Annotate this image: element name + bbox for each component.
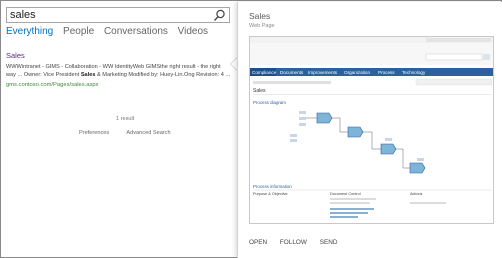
- snippet-text-after: & Marketing Modified by: Huey-Lin.Ong Re…: [95, 72, 231, 78]
- hover-panel-actions: OPEN FOLLOW SEND: [249, 239, 348, 246]
- open-button[interactable]: OPEN: [249, 239, 267, 246]
- preview-nav-improvements: Improvements: [308, 70, 338, 75]
- tab-videos[interactable]: Videos: [178, 26, 208, 37]
- hover-panel-pointer: [230, 57, 237, 71]
- preview-actions-label: Actions: [410, 192, 423, 196]
- advanced-search-link[interactable]: Advanced Search: [126, 130, 170, 136]
- search-icon[interactable]: [213, 9, 226, 22]
- preferences-link[interactable]: Preferences: [79, 130, 109, 136]
- preview-nav-documents: Documents: [280, 70, 304, 75]
- preview-diagram-label: Process diagram: [253, 100, 286, 105]
- send-button[interactable]: SEND: [320, 239, 338, 246]
- preview-nav-process: Process: [378, 70, 395, 75]
- hover-panel: Sales Web Page Compliance Documents Impr…: [237, 2, 502, 258]
- search-results-window: sales Everything People Conversations Vi…: [0, 0, 502, 258]
- search-input[interactable]: sales: [6, 7, 230, 23]
- result-snippet: WWWintranet - GIMS - Collaboration - WW …: [6, 63, 231, 79]
- preview-nav-organization: Organization: [344, 70, 370, 75]
- follow-button[interactable]: FOLLOW: [280, 239, 307, 246]
- result-count: 1 result: [116, 116, 135, 122]
- result-url[interactable]: gms.contoso.com/Pages/sales.aspx: [6, 82, 231, 88]
- preview-nav-technology: Technology: [402, 70, 426, 75]
- preview-purpose-label: Purpose & Objective: [253, 192, 288, 196]
- preview-page-heading: Sales: [253, 88, 266, 94]
- search-result-item: Sales WWWintranet - GIMS - Collaboration…: [6, 51, 231, 88]
- process-diagram: [290, 111, 426, 174]
- preview-image: Compliance Documents Improvements Organi…: [250, 37, 493, 218]
- result-title-link[interactable]: Sales: [6, 51, 231, 60]
- tab-people[interactable]: People: [63, 26, 94, 37]
- search-query-text[interactable]: sales: [10, 8, 36, 23]
- page-preview-thumbnail: Compliance Documents Improvements Organi…: [249, 36, 494, 224]
- hover-panel-title[interactable]: Sales: [249, 11, 270, 21]
- vertical-tabs: Everything People Conversations Videos: [6, 26, 215, 37]
- preview-doc-label: Document Control: [330, 192, 361, 196]
- tab-everything[interactable]: Everything: [6, 26, 53, 37]
- preview-nav-compliance: Compliance: [252, 70, 277, 75]
- preview-info-label: Process information: [253, 184, 292, 189]
- snippet-highlight: Sales: [80, 72, 96, 78]
- tab-conversations[interactable]: Conversations: [104, 26, 168, 37]
- footer-links: Preferences Advanced Search: [79, 130, 187, 136]
- hover-panel-type: Web Page: [249, 23, 275, 29]
